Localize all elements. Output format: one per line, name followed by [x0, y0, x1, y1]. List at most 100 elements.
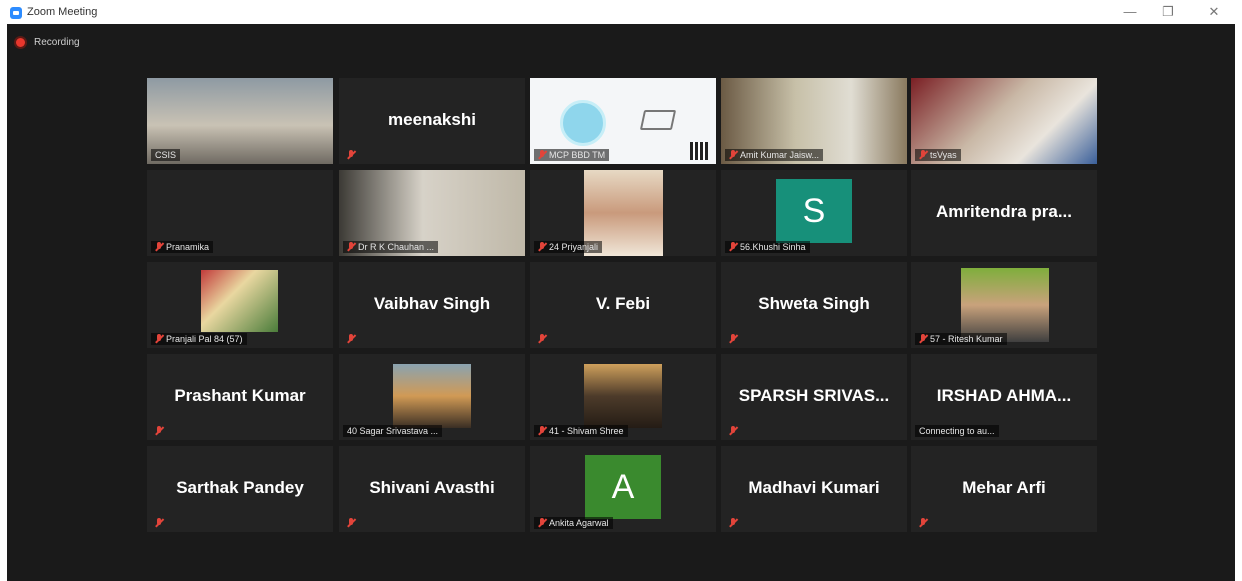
name-caption: 40 Sagar Srivastava ... — [343, 425, 443, 437]
caption-text: Pranamika — [166, 242, 210, 252]
muted-mic-icon — [919, 518, 927, 528]
participant-tile[interactable]: Madhavi Kumari — [721, 446, 907, 532]
laptop-icon — [639, 110, 677, 130]
name-caption: 57 - Ritesh Kumar — [915, 333, 1007, 345]
muted-mic-icon — [155, 334, 163, 344]
participant-name: Shivani Avasthi — [369, 478, 495, 497]
recording-icon — [16, 38, 25, 47]
name-caption: Connecting to au... — [915, 425, 999, 437]
name-caption: Amit Kumar Jaisw... — [725, 149, 824, 161]
participant-name: Mehar Arfi — [962, 478, 1046, 497]
participant-name: Prashant Kumar — [174, 386, 306, 405]
profile-picture — [393, 364, 471, 428]
caption-text: 41 - Shivam Shree — [549, 426, 624, 436]
participant-tile[interactable]: Amit Kumar Jaisw... — [721, 78, 907, 164]
caption-text: Pranjali Pal 84 (57) — [166, 334, 243, 344]
name-caption: Pranjali Pal 84 (57) — [151, 333, 247, 345]
muted-mic-icon — [729, 242, 737, 252]
participant-tile[interactable]: tsVyas — [911, 78, 1097, 164]
participant-tile[interactable]: CSIS — [147, 78, 333, 164]
muted-mic-icon — [347, 242, 355, 252]
participant-tile[interactable]: 57 - Ritesh Kumar — [911, 262, 1097, 348]
participant-name: IRSHAD AHMA... — [936, 386, 1072, 405]
participant-tile[interactable]: 41 - Shivam Shree — [530, 354, 716, 440]
participant-tile[interactable]: Pranjali Pal 84 (57) — [147, 262, 333, 348]
caption-text: Connecting to au... — [919, 426, 995, 436]
muted-mic-icon — [347, 518, 355, 528]
muted-mic-icon — [155, 518, 163, 528]
wifi-signal-icon — [560, 100, 606, 146]
muted-mic-icon — [729, 334, 737, 344]
name-caption — [725, 517, 744, 529]
name-caption — [725, 425, 744, 437]
name-caption: MCP BBD TM — [534, 149, 610, 161]
profile-picture — [961, 268, 1049, 342]
participant-tile[interactable]: Pranamika — [147, 170, 333, 256]
name-caption: 41 - Shivam Shree — [534, 425, 628, 437]
caption-text: Dr R K Chauhan ... — [358, 242, 435, 252]
name-caption: Dr R K Chauhan ... — [343, 241, 439, 253]
caption-text: 56.Khushi Sinha — [740, 242, 806, 252]
participant-tile[interactable]: SPARSH SRIVAS... — [721, 354, 907, 440]
name-caption: 56.Khushi Sinha — [725, 241, 810, 253]
participant-tile[interactable]: Shweta Singh — [721, 262, 907, 348]
muted-mic-icon — [729, 150, 737, 160]
muted-mic-icon — [538, 242, 546, 252]
muted-mic-icon — [919, 334, 927, 344]
caption-text: Ankita Agarwal — [549, 518, 609, 528]
close-button[interactable]: ✕ — [1196, 2, 1232, 22]
participant-tile[interactable]: 24 Priyanjali — [530, 170, 716, 256]
participant-tile[interactable]: MCP BBD TM — [530, 78, 716, 164]
muted-mic-icon — [347, 150, 355, 160]
caption-text: 40 Sagar Srivastava ... — [347, 426, 439, 436]
qr-code-icon — [690, 142, 708, 160]
window-title: Zoom Meeting — [27, 6, 98, 18]
name-caption: CSIS — [151, 149, 181, 161]
participant-tile[interactable]: Amritendra pra... — [911, 170, 1097, 256]
participant-tile[interactable]: 40 Sagar Srivastava ... — [339, 354, 525, 440]
participant-tile[interactable]: IRSHAD AHMA... Connecting to au... — [911, 354, 1097, 440]
profile-picture — [584, 364, 662, 428]
muted-mic-icon — [538, 334, 546, 344]
participant-tile[interactable]: Shivani Avasthi — [339, 446, 525, 532]
name-caption — [151, 425, 170, 437]
name-caption — [343, 149, 362, 161]
participant-tile[interactable]: Sarthak Pandey — [147, 446, 333, 532]
participant-name: V. Febi — [595, 294, 651, 313]
name-caption — [725, 333, 744, 345]
recording-label: Recording — [34, 37, 80, 48]
participant-name: Shweta Singh — [758, 294, 870, 313]
meeting-stage: Recording CSIS meenakshi MCP BBD TM Amit Ku… — [7, 24, 1235, 581]
restore-button[interactable]: ❐ — [1150, 2, 1186, 22]
muted-mic-icon — [538, 426, 546, 436]
name-caption: Pranamika — [151, 241, 214, 253]
caption-text: tsVyas — [930, 150, 957, 160]
participant-tile[interactable]: A Ankita Agarwal — [530, 446, 716, 532]
participant-tile[interactable]: Vaibhav Singh — [339, 262, 525, 348]
caption-text: 57 - Ritesh Kumar — [930, 334, 1003, 344]
recording-indicator: Recording — [16, 37, 80, 48]
participant-tile[interactable]: Prashant Kumar — [147, 354, 333, 440]
muted-mic-icon — [919, 150, 927, 160]
participant-tile[interactable]: S 56.Khushi Sinha — [721, 170, 907, 256]
name-caption — [343, 517, 362, 529]
zoom-app-icon — [10, 7, 22, 19]
muted-mic-icon — [347, 334, 355, 344]
minimize-button[interactable]: — — [1112, 2, 1148, 22]
muted-mic-icon — [155, 242, 163, 252]
muted-mic-icon — [538, 518, 546, 528]
muted-mic-icon — [729, 518, 737, 528]
participant-name: SPARSH SRIVAS... — [738, 386, 890, 405]
name-caption — [534, 333, 553, 345]
participant-tile[interactable]: Dr R K Chauhan ... — [339, 170, 525, 256]
participant-name: meenakshi — [388, 110, 476, 129]
profile-picture — [201, 270, 278, 332]
muted-mic-icon — [155, 426, 163, 436]
participant-tile[interactable]: meenakshi — [339, 78, 525, 164]
participant-name: Madhavi Kumari — [748, 478, 880, 497]
participant-tile[interactable]: Mehar Arfi — [911, 446, 1097, 532]
name-caption: tsVyas — [915, 149, 961, 161]
participant-name: Amritendra pra... — [935, 202, 1073, 221]
participant-tile[interactable]: V. Febi — [530, 262, 716, 348]
caption-text: Amit Kumar Jaisw... — [740, 150, 820, 160]
